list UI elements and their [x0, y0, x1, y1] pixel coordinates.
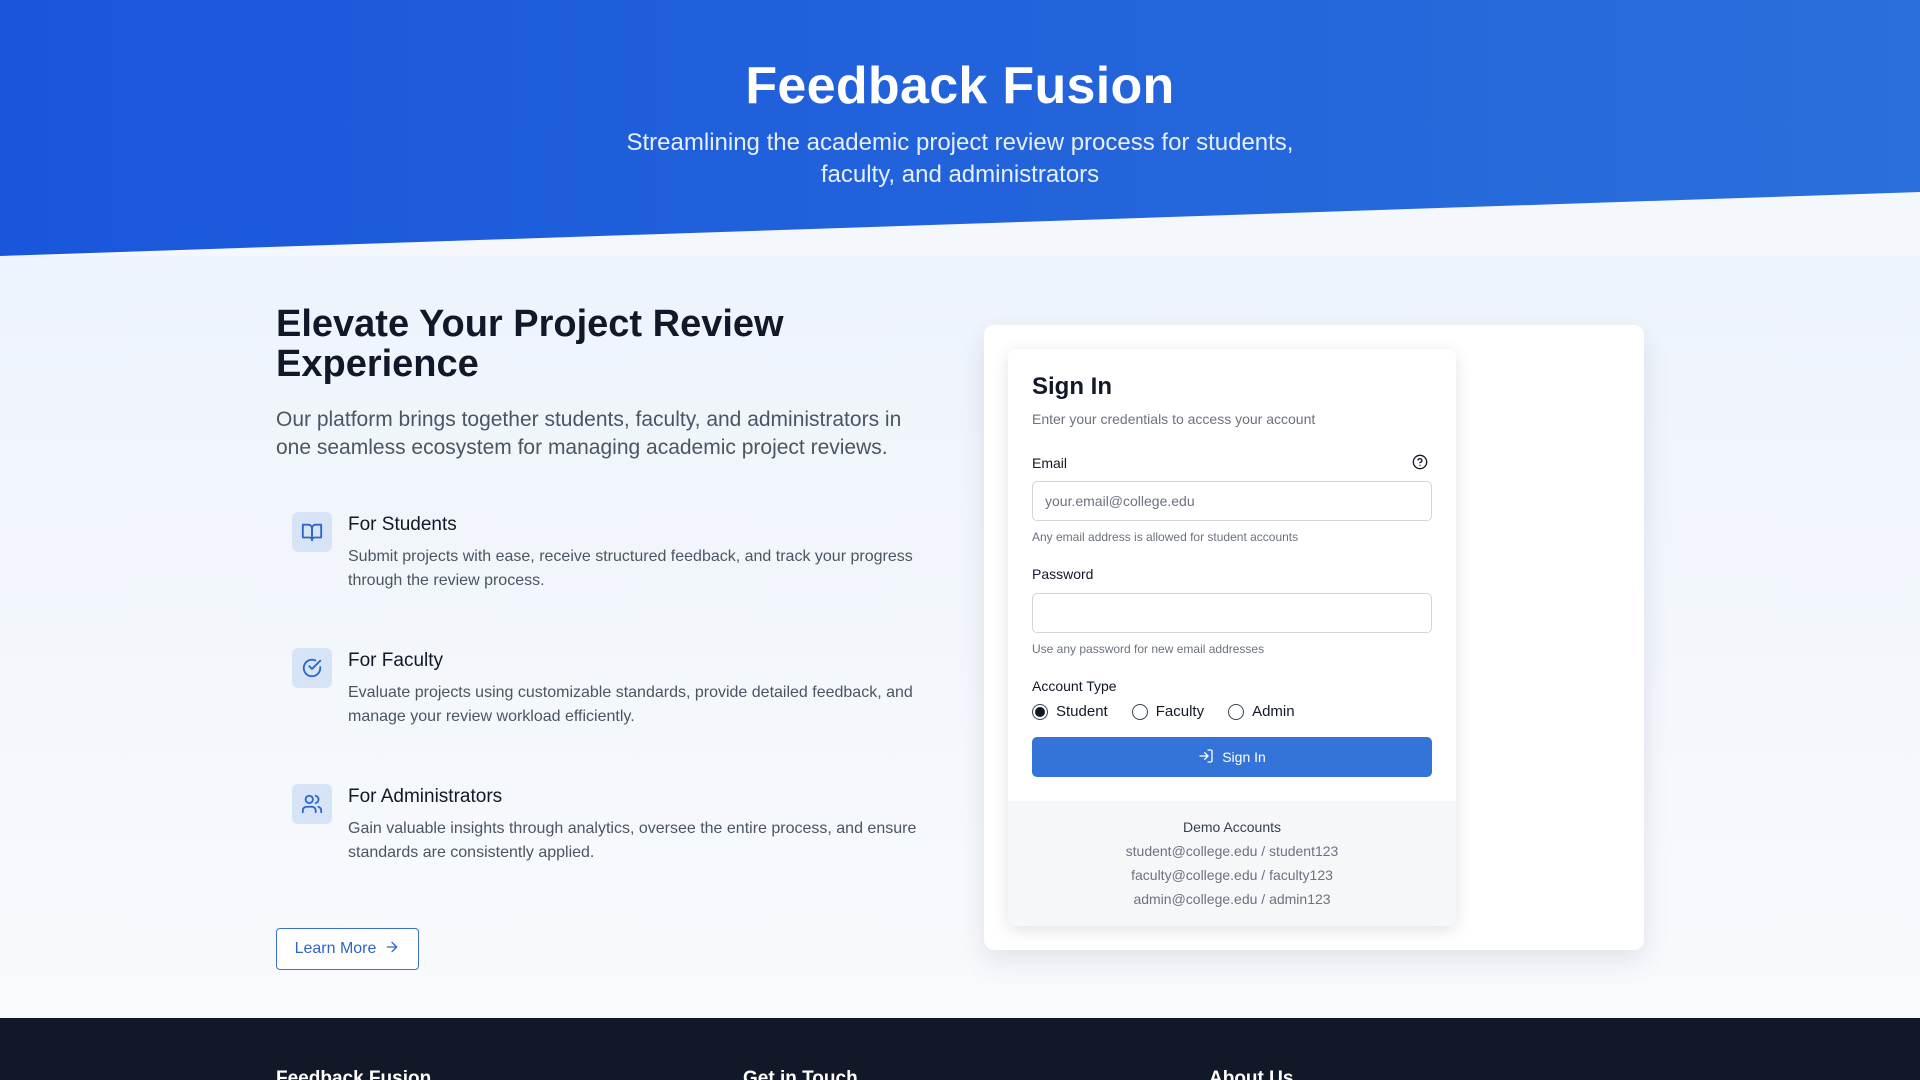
- signin-subtitle: Enter your credentials to access your ac…: [1032, 411, 1316, 427]
- radio-label: Faculty: [1155, 703, 1205, 720]
- account-type-faculty-radio[interactable]: Faculty: [1131, 703, 1205, 720]
- radio-indicator[interactable]: [1228, 703, 1245, 720]
- intro-title: Elevate Your Project Review Experience: [276, 303, 784, 385]
- email-field[interactable]: [1032, 481, 1432, 521]
- demo-account-student: student@college.edu / student123: [1125, 843, 1339, 859]
- radio-label: Admin: [1252, 703, 1295, 720]
- email-hint: Any email address is allowed for student…: [1032, 530, 1299, 544]
- feature-title: For Administrators: [348, 786, 503, 807]
- account-type-admin-radio[interactable]: Admin: [1228, 703, 1295, 720]
- feature-title: For Faculty: [348, 650, 444, 671]
- intro-description: Our platform brings together students, f…: [276, 408, 902, 459]
- footer-heading-about: About Us: [1209, 1068, 1294, 1080]
- users-icon: [292, 784, 332, 824]
- account-type-student-radio[interactable]: Student: [1032, 703, 1108, 720]
- learn-more-button[interactable]: Learn More: [276, 928, 419, 970]
- app-title: Feedback Fusion: [745, 57, 1175, 115]
- help-circle-icon[interactable]: [1412, 454, 1428, 470]
- feature-description: Submit projects with ease, receive struc…: [348, 548, 913, 589]
- password-field[interactable]: [1032, 593, 1432, 633]
- feature-description: Evaluate projects using customizable sta…: [348, 684, 913, 725]
- password-label: Password: [1032, 566, 1094, 582]
- log-in-icon: [1198, 748, 1214, 767]
- demo-accounts-title: Demo Accounts: [1182, 819, 1282, 835]
- radio-label: Student: [1056, 703, 1108, 720]
- check-circle-icon: [292, 648, 332, 688]
- feature-title: For Students: [348, 514, 457, 535]
- book-open-icon: [292, 512, 332, 552]
- password-hint: Use any password for new email addresses: [1032, 642, 1265, 656]
- learn-more-label: Learn More: [294, 940, 377, 957]
- radio-indicator-selected[interactable]: [1032, 703, 1048, 720]
- signin-title: Sign In: [1032, 373, 1112, 400]
- demo-accounts: Demo Accounts student@college.edu / stud…: [1008, 801, 1456, 926]
- demo-account-faculty: faculty@college.edu / faculty123: [1131, 867, 1333, 883]
- sign-in-label: Sign In: [1222, 749, 1266, 765]
- demo-account-admin: admin@college.edu / admin123: [1133, 891, 1331, 907]
- signin-card: Sign In Enter your credentials to access…: [1008, 349, 1456, 926]
- hero-subtitle: Streamlining the academic project review…: [626, 129, 1294, 188]
- sign-in-button[interactable]: Sign In: [1032, 737, 1432, 777]
- footer: Feedback Fusion Get in Touch About Us: [0, 1018, 1920, 1080]
- account-type-radio-group: Student Faculty Admin: [1032, 703, 1319, 720]
- footer-heading-brand: Feedback Fusion: [276, 1068, 432, 1080]
- account-type-label: Account Type: [1032, 678, 1117, 694]
- arrow-right-icon: [384, 939, 400, 960]
- radio-indicator[interactable]: [1131, 703, 1148, 720]
- footer-heading-contact: Get in Touch: [743, 1068, 858, 1080]
- feature-description: Gain valuable insights through analytics…: [348, 820, 917, 861]
- email-label: Email: [1032, 455, 1068, 471]
